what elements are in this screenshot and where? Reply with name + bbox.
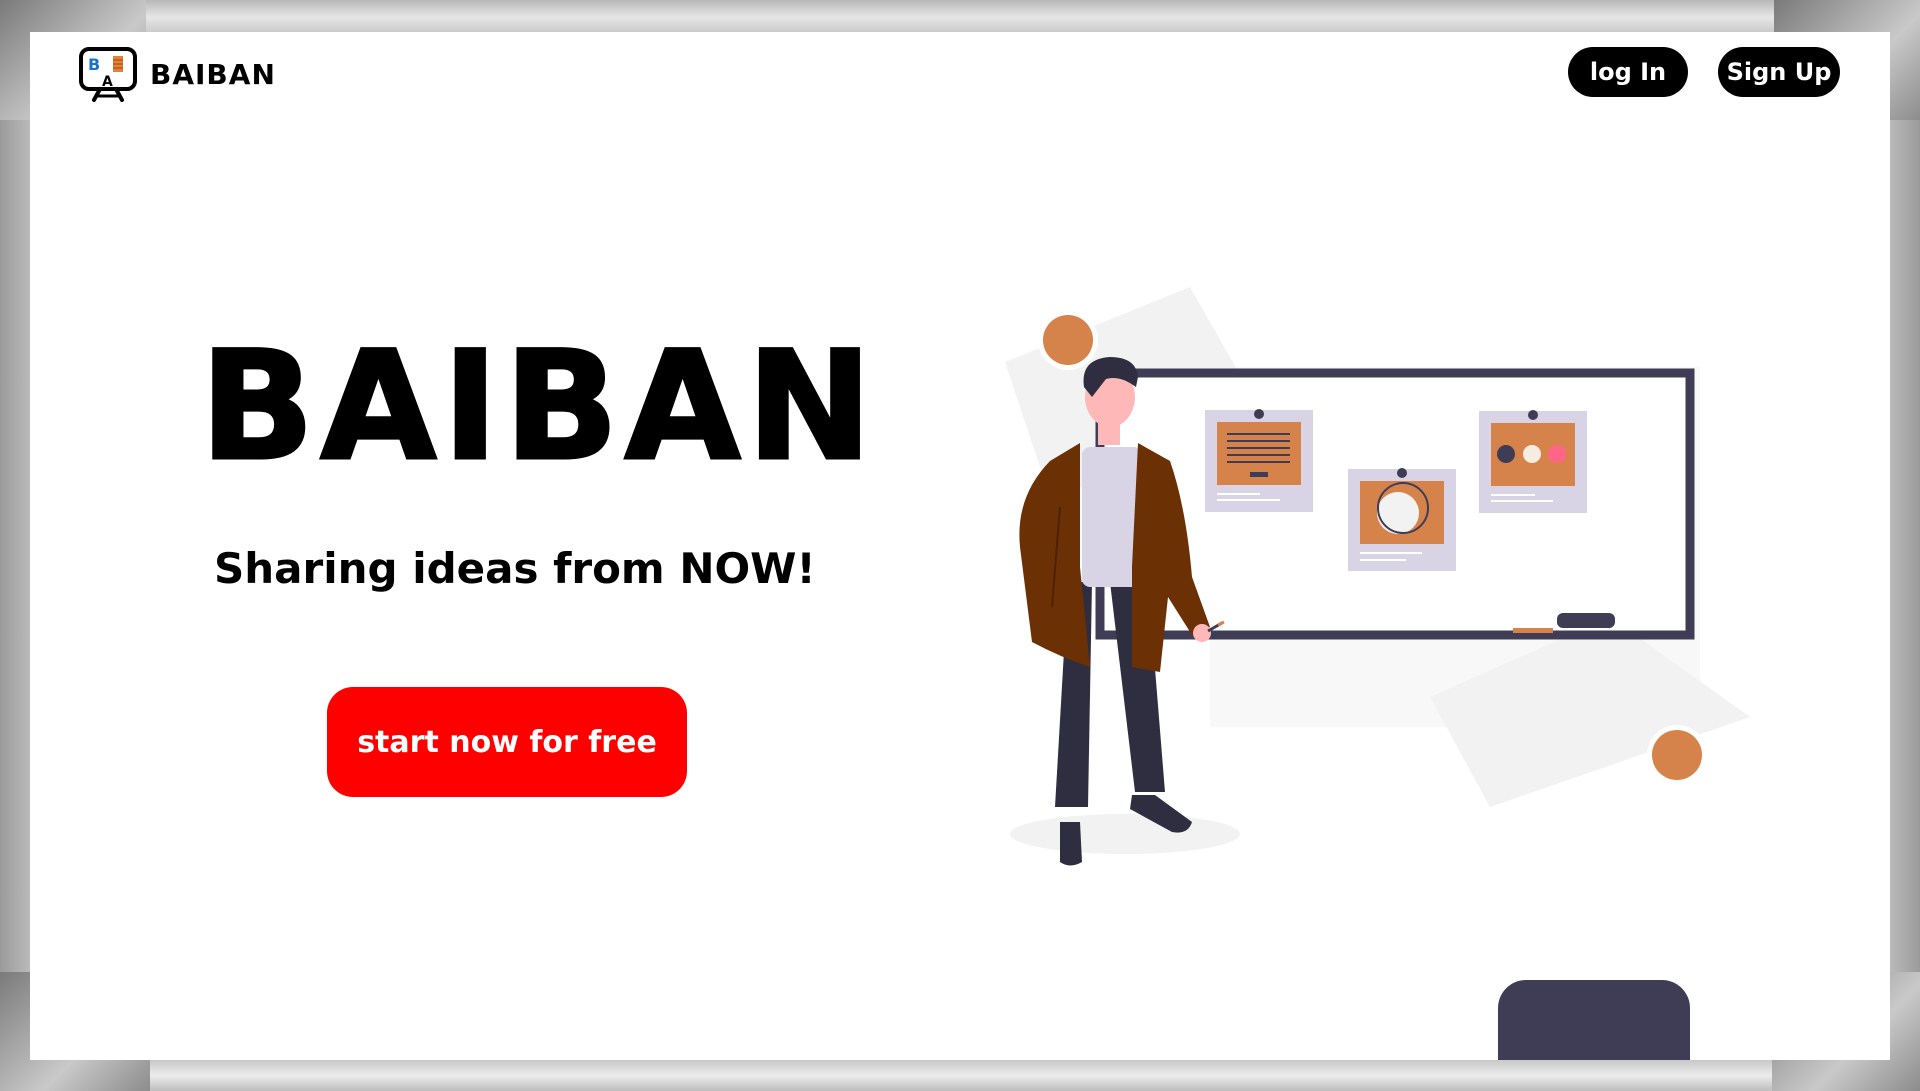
window-frame-top: [0, 0, 1920, 34]
logo-letter-b: B: [88, 55, 100, 74]
brand-home-link[interactable]: B A BAIBAN: [78, 46, 276, 102]
window-frame-bottom: [0, 1060, 1920, 1091]
start-free-button[interactable]: start now for free: [327, 687, 687, 797]
hero-subtitle: Sharing ideas from NOW!: [214, 544, 816, 593]
landing-page: B A BAIBAN log In Sign Up BAIBAN Sharing…: [30, 32, 1890, 1060]
login-button[interactable]: log In: [1568, 47, 1688, 97]
signup-button[interactable]: Sign Up: [1718, 47, 1840, 97]
person-presenting-whiteboard-illustration: [1005, 287, 1750, 866]
hero-title: BAIBAN: [199, 320, 879, 494]
whiteboard-logo-icon: B A: [79, 47, 137, 102]
brand-name: BAIBAN: [150, 57, 276, 91]
logo-letter-a: A: [102, 74, 113, 90]
bottom-tab-shape: [1498, 980, 1690, 1060]
